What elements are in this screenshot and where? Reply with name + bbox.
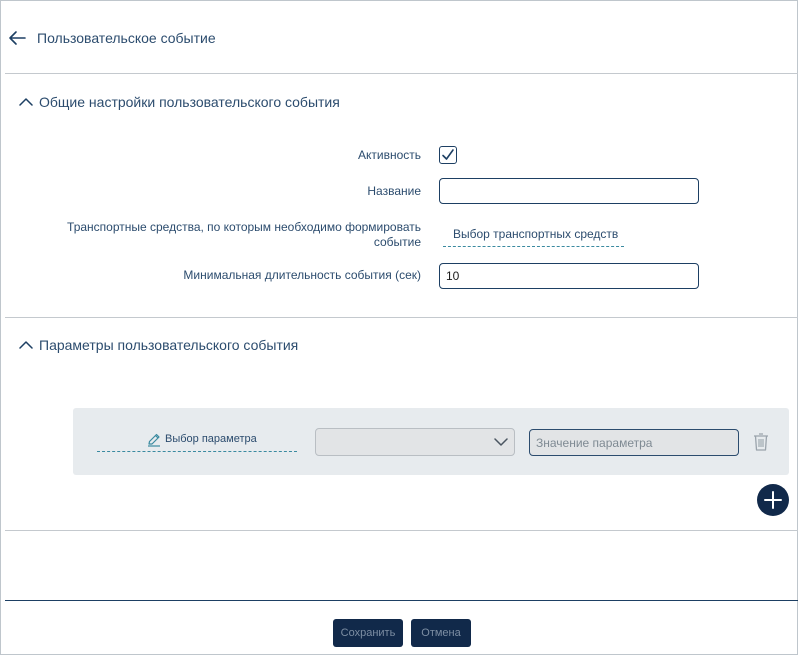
- min-duration-label: Минимальная длительность события (сек): [183, 268, 421, 282]
- parameter-select-link[interactable]: Выбор параметра: [97, 433, 297, 452]
- page-title: Пользовательское событие: [37, 30, 216, 46]
- params-section-title[interactable]: Параметры пользовательского события: [39, 337, 298, 353]
- footer-divider: [5, 600, 798, 601]
- vehicles-label: Транспортные средства, по которым необхо…: [67, 220, 421, 249]
- chevron-up-icon[interactable]: [19, 340, 33, 350]
- header-divider: [5, 73, 798, 74]
- add-parameter-button[interactable]: [757, 484, 789, 516]
- min-duration-input[interactable]: [439, 263, 699, 289]
- general-section-title[interactable]: Общие настройки пользовательского событи…: [39, 94, 340, 110]
- parameter-select-label: Выбор параметра: [165, 433, 257, 445]
- dialog-frame: Пользовательское событие Общие настройки…: [0, 0, 798, 655]
- checkmark-icon: [442, 149, 454, 160]
- chevron-down-icon: [494, 438, 508, 446]
- parameter-type-select[interactable]: [315, 428, 515, 456]
- trash-icon[interactable]: [753, 433, 769, 451]
- parameter-value-input[interactable]: [529, 429, 739, 456]
- chevron-up-icon[interactable]: [19, 97, 33, 107]
- activity-checkbox[interactable]: [439, 146, 457, 164]
- activity-label: Активность: [357, 148, 421, 162]
- vehicles-select-link[interactable]: Выбор транспортных средств: [443, 227, 624, 247]
- plus-icon: [764, 491, 782, 509]
- params-divider: [5, 530, 798, 531]
- cancel-button[interactable]: Отмена: [411, 619, 471, 647]
- pencil-icon: [148, 433, 160, 447]
- name-input[interactable]: [439, 178, 699, 204]
- section-divider: [5, 317, 798, 318]
- save-button[interactable]: Сохранить: [333, 619, 403, 647]
- back-arrow-icon[interactable]: [8, 30, 26, 46]
- name-label: Название: [367, 184, 421, 198]
